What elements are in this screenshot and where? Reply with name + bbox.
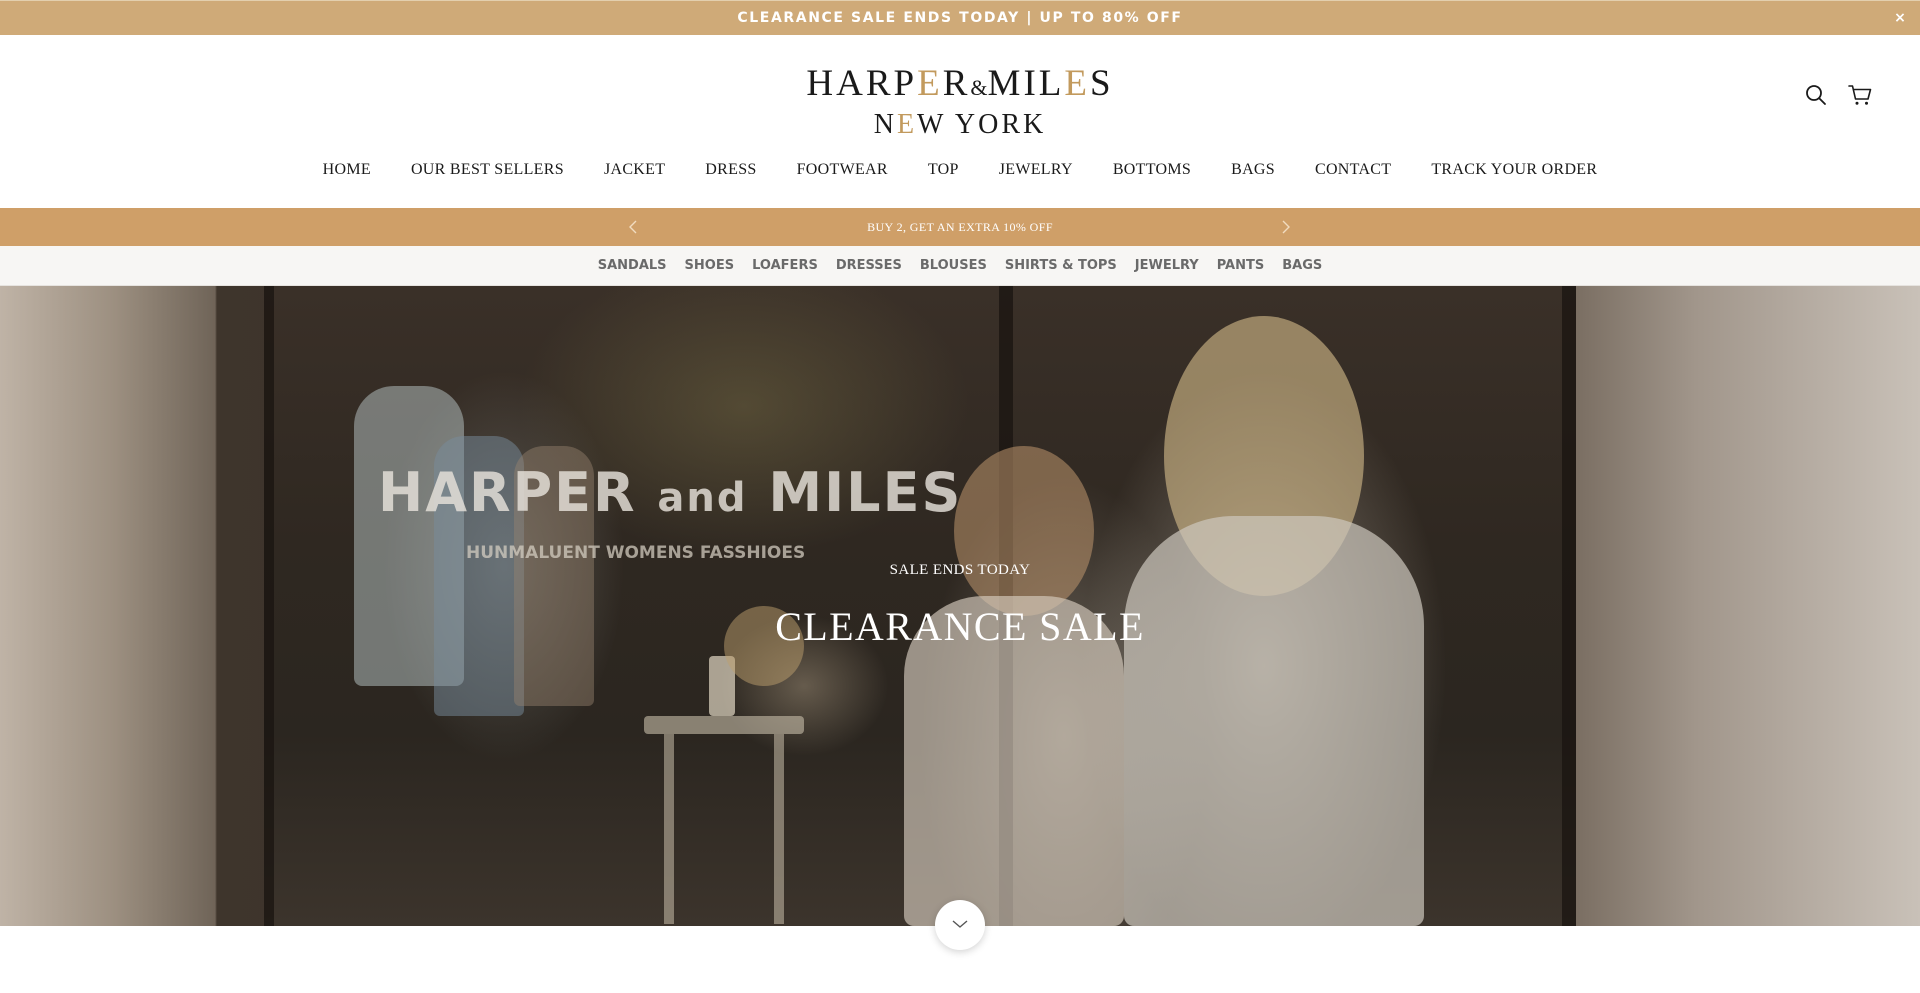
nav-item-footwear[interactable]: FOOTWEAR (797, 161, 888, 179)
table-shape (664, 734, 674, 924)
hero-eyebrow: SALE ENDS TODAY (889, 562, 1031, 578)
category-dresses[interactable]: DRESSES (836, 258, 902, 273)
logo-ampersand: & (970, 75, 988, 100)
logo-accent: E (917, 63, 943, 104)
store-sign-text: and (657, 475, 748, 521)
main-nav: HOME OUR BEST SELLERS JACKET DRESS FOOTW… (0, 161, 1920, 179)
nav-item-best-sellers[interactable]: OUR BEST SELLERS (411, 161, 564, 179)
chevron-down-icon (952, 916, 968, 934)
logo-text: R (942, 63, 971, 104)
scroll-down-button[interactable] (935, 900, 985, 950)
category-shirts-tops[interactable]: SHIRTS & TOPS (1005, 258, 1117, 273)
logo-text: S (1089, 63, 1114, 104)
category-shoes[interactable]: SHOES (685, 258, 735, 273)
site-header: HARPER&MILES NEW YORK HOME OUR BEST SELL… (0, 35, 1920, 208)
promo-text: BUY 2, GET AN EXTRA 10% OFF (867, 219, 1053, 234)
nav-item-contact[interactable]: CONTACT (1315, 161, 1391, 179)
close-icon[interactable]: × (1890, 8, 1910, 28)
chevron-right-icon[interactable] (1278, 219, 1294, 235)
header-icons (1804, 83, 1872, 107)
logo-accent: E (896, 109, 918, 140)
store-sign-text: MILES (747, 461, 963, 524)
logo-text: W YORK (917, 109, 1047, 140)
table-shape (774, 734, 784, 924)
announcement-text: CLEARANCE SALE ENDS TODAY | UP TO 80% OF… (737, 10, 1183, 26)
hero-copy: SALE ENDS TODAY CLEARANCE SALE (0, 562, 1920, 650)
store-sign-subtitle: HUNMALUENT WOMENS FASSHIOES (466, 543, 806, 563)
nav-item-jacket[interactable]: JACKET (604, 161, 665, 179)
category-bags[interactable]: BAGS (1282, 258, 1322, 273)
logo[interactable]: HARPER&MILES NEW YORK (0, 65, 1920, 141)
nav-item-home[interactable]: HOME (323, 161, 371, 179)
nav-item-jewelry[interactable]: JEWELRY (999, 161, 1073, 179)
category-sandals[interactable]: SANDALS (598, 258, 667, 273)
nav-item-track-order[interactable]: TRACK YOUR ORDER (1431, 161, 1597, 179)
hero-title: CLEARANCE SALE (775, 604, 1145, 649)
category-pants[interactable]: PANTS (1217, 258, 1265, 273)
cart-icon[interactable] (1848, 83, 1872, 107)
table-shape (644, 716, 804, 734)
category-loafers[interactable]: LOAFERS (752, 258, 818, 273)
category-jewelry[interactable]: JEWELRY (1135, 258, 1199, 273)
logo-text: MIL (987, 63, 1065, 104)
store-sign: HARPER and MILES (378, 461, 962, 524)
nav-item-top[interactable]: TOP (928, 161, 959, 179)
logo-line-2: NEW YORK (0, 109, 1920, 141)
category-blouses[interactable]: BLOUSES (920, 258, 987, 273)
store-sign-text: HARPER (378, 461, 658, 524)
nav-item-dress[interactable]: DRESS (705, 161, 756, 179)
logo-text: N (873, 109, 897, 140)
nav-item-bottoms[interactable]: BOTTOMS (1113, 161, 1191, 179)
logo-accent: E (1064, 63, 1090, 104)
hero-banner[interactable]: HARPER and MILES HUNMALUENT WOMENS FASSH… (0, 286, 1920, 926)
logo-text: HARP (806, 63, 918, 104)
search-icon[interactable] (1804, 83, 1828, 107)
category-bar: SANDALS SHOES LOAFERS DRESSES BLOUSES SH… (0, 246, 1920, 286)
promo-carousel: BUY 2, GET AN EXTRA 10% OFF (0, 208, 1920, 246)
chevron-left-icon[interactable] (625, 219, 641, 235)
logo-line-1: HARPER&MILES (0, 65, 1920, 107)
nav-item-bags[interactable]: BAGS (1231, 161, 1275, 179)
announcement-bar: CLEARANCE SALE ENDS TODAY | UP TO 80% OF… (0, 0, 1920, 35)
